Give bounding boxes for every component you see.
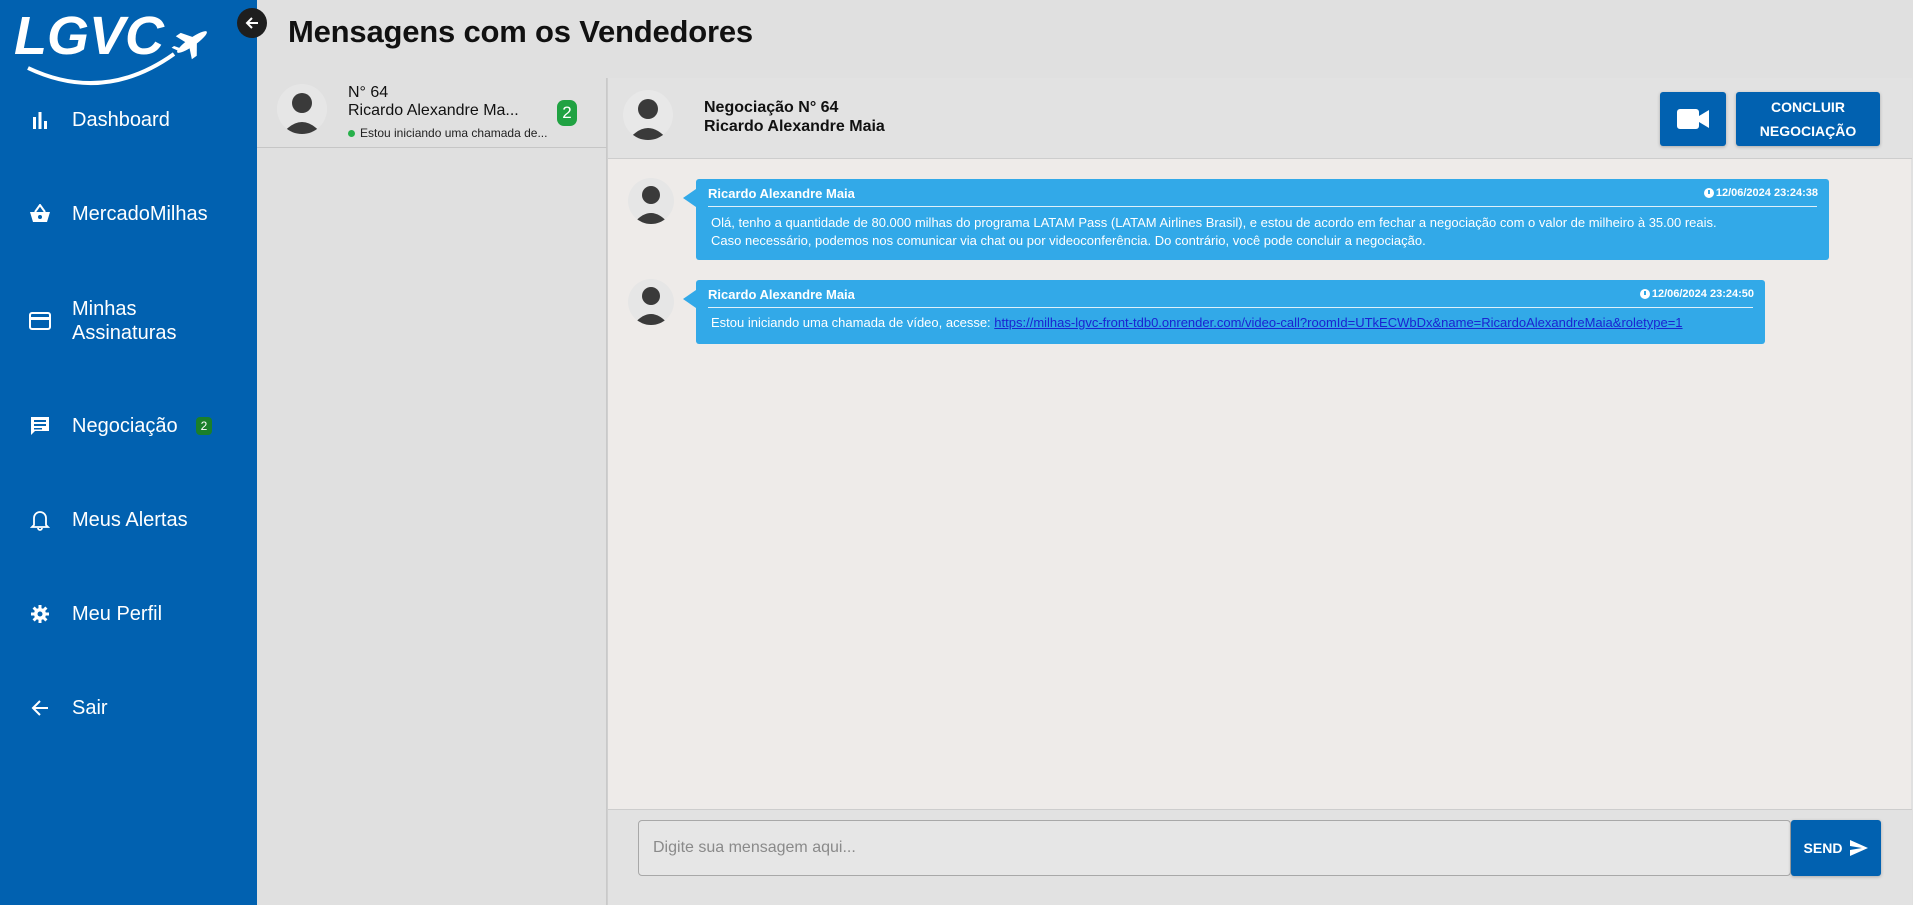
avatar bbox=[628, 178, 674, 224]
video-call-link[interactable]: https://milhas-lgvc-front-tdb0.onrender.… bbox=[994, 315, 1682, 330]
conversation-preview: Estou iniciando uma chamada de... bbox=[348, 126, 547, 140]
conversation-item[interactable]: N° 64 Ricardo Alexandre Ma... Estou inic… bbox=[257, 78, 607, 148]
clock-icon bbox=[1703, 188, 1714, 198]
page-title: Mensagens com os Vendedores bbox=[288, 14, 753, 49]
chat-header: Negociação N° 64 Ricardo Alexandre Maia … bbox=[608, 78, 1912, 159]
sidebar: LGVC Dashboard MercadoMilhas Minhas Assi… bbox=[0, 0, 257, 905]
avatar bbox=[628, 279, 674, 325]
sidebar-item-label: Minhas Assinaturas bbox=[72, 298, 177, 344]
conversation-preview-text: Estou iniciando uma chamada de... bbox=[360, 126, 548, 140]
chat-title: Negociação N° 64 bbox=[704, 99, 839, 116]
logo-text: LGVC bbox=[14, 6, 165, 66]
divider bbox=[708, 206, 1817, 207]
sidebar-item-negociacao[interactable]: Negociação 2 bbox=[0, 414, 257, 438]
chat-icon bbox=[28, 414, 52, 438]
lgvc-logo[interactable]: LGVC bbox=[14, 4, 224, 90]
message-text: Estou iniciando uma chamada de vídeo, ac… bbox=[711, 315, 1683, 330]
sidebar-item-label: Meu Perfil bbox=[72, 603, 163, 625]
sidebar-item-assinaturas[interactable]: Minhas Assinaturas bbox=[0, 297, 257, 345]
message-timestamp: 12/06/2024 23:24:50 bbox=[1639, 288, 1754, 300]
message-bubble: Ricardo Alexandre Maia 12/06/2024 23:24:… bbox=[683, 179, 1829, 260]
sidebar-item-alertas[interactable]: Meus Alertas bbox=[0, 508, 257, 532]
bar-chart-icon bbox=[28, 108, 52, 132]
sidebar-item-perfil[interactable]: Meu Perfil bbox=[0, 602, 257, 626]
sidebar-item-label: Dashboard bbox=[72, 109, 170, 131]
conversation-list: N° 64 Ricardo Alexandre Ma... Estou inic… bbox=[257, 78, 607, 905]
bell-icon bbox=[28, 508, 52, 532]
basket-icon bbox=[28, 202, 52, 226]
message-sender: Ricardo Alexandre Maia bbox=[708, 287, 855, 302]
gear-icon bbox=[28, 602, 52, 626]
arrow-left-icon bbox=[28, 696, 52, 720]
sidebar-item-label: MercadoMilhas bbox=[72, 203, 208, 225]
video-call-button[interactable] bbox=[1660, 92, 1726, 146]
collapse-sidebar-button[interactable] bbox=[237, 8, 267, 38]
sidebar-item-mercadomilhas[interactable]: MercadoMilhas bbox=[0, 202, 257, 226]
avatar bbox=[277, 84, 327, 134]
send-button[interactable]: SEND bbox=[1791, 820, 1881, 876]
video-camera-icon bbox=[1677, 109, 1709, 129]
online-status-icon bbox=[348, 129, 355, 137]
message-text: Olá, tenho a quantidade de 80.000 milhas… bbox=[711, 215, 1717, 248]
sidebar-item-dashboard[interactable]: Dashboard bbox=[0, 108, 257, 132]
chat-pane: Negociação N° 64 Ricardo Alexandre Maia … bbox=[607, 78, 1912, 905]
chat-subtitle: Ricardo Alexandre Maia bbox=[704, 118, 885, 135]
sidebar-item-label: Sair bbox=[72, 697, 108, 719]
avatar bbox=[623, 90, 673, 140]
divider bbox=[708, 307, 1753, 308]
conversation-number: N° 64 bbox=[348, 84, 389, 101]
message-composer: SEND bbox=[608, 809, 1912, 905]
sidebar-item-sair[interactable]: Sair bbox=[0, 696, 257, 720]
clock-icon bbox=[1639, 289, 1650, 299]
message-bubble: Ricardo Alexandre Maia 12/06/2024 23:24:… bbox=[683, 280, 1765, 344]
credit-card-icon bbox=[28, 309, 52, 333]
conversation-name: Ricardo Alexandre Ma... bbox=[348, 102, 519, 119]
send-icon bbox=[1850, 840, 1869, 856]
send-label: SEND bbox=[1803, 840, 1843, 856]
message-timestamp: 12/06/2024 23:24:38 bbox=[1703, 187, 1818, 199]
message-input[interactable] bbox=[638, 820, 1791, 876]
negociacao-badge: 2 bbox=[196, 417, 212, 435]
unread-count-badge: 2 bbox=[557, 100, 577, 126]
sidebar-item-label: Negociação bbox=[72, 415, 178, 437]
conclude-negotiation-button[interactable]: CONCLUIR NEGOCIAÇÃO bbox=[1736, 92, 1880, 146]
sidebar-item-label: Meus Alertas bbox=[72, 509, 188, 531]
arrow-left-icon bbox=[245, 17, 258, 29]
message-sender: Ricardo Alexandre Maia bbox=[708, 186, 855, 201]
